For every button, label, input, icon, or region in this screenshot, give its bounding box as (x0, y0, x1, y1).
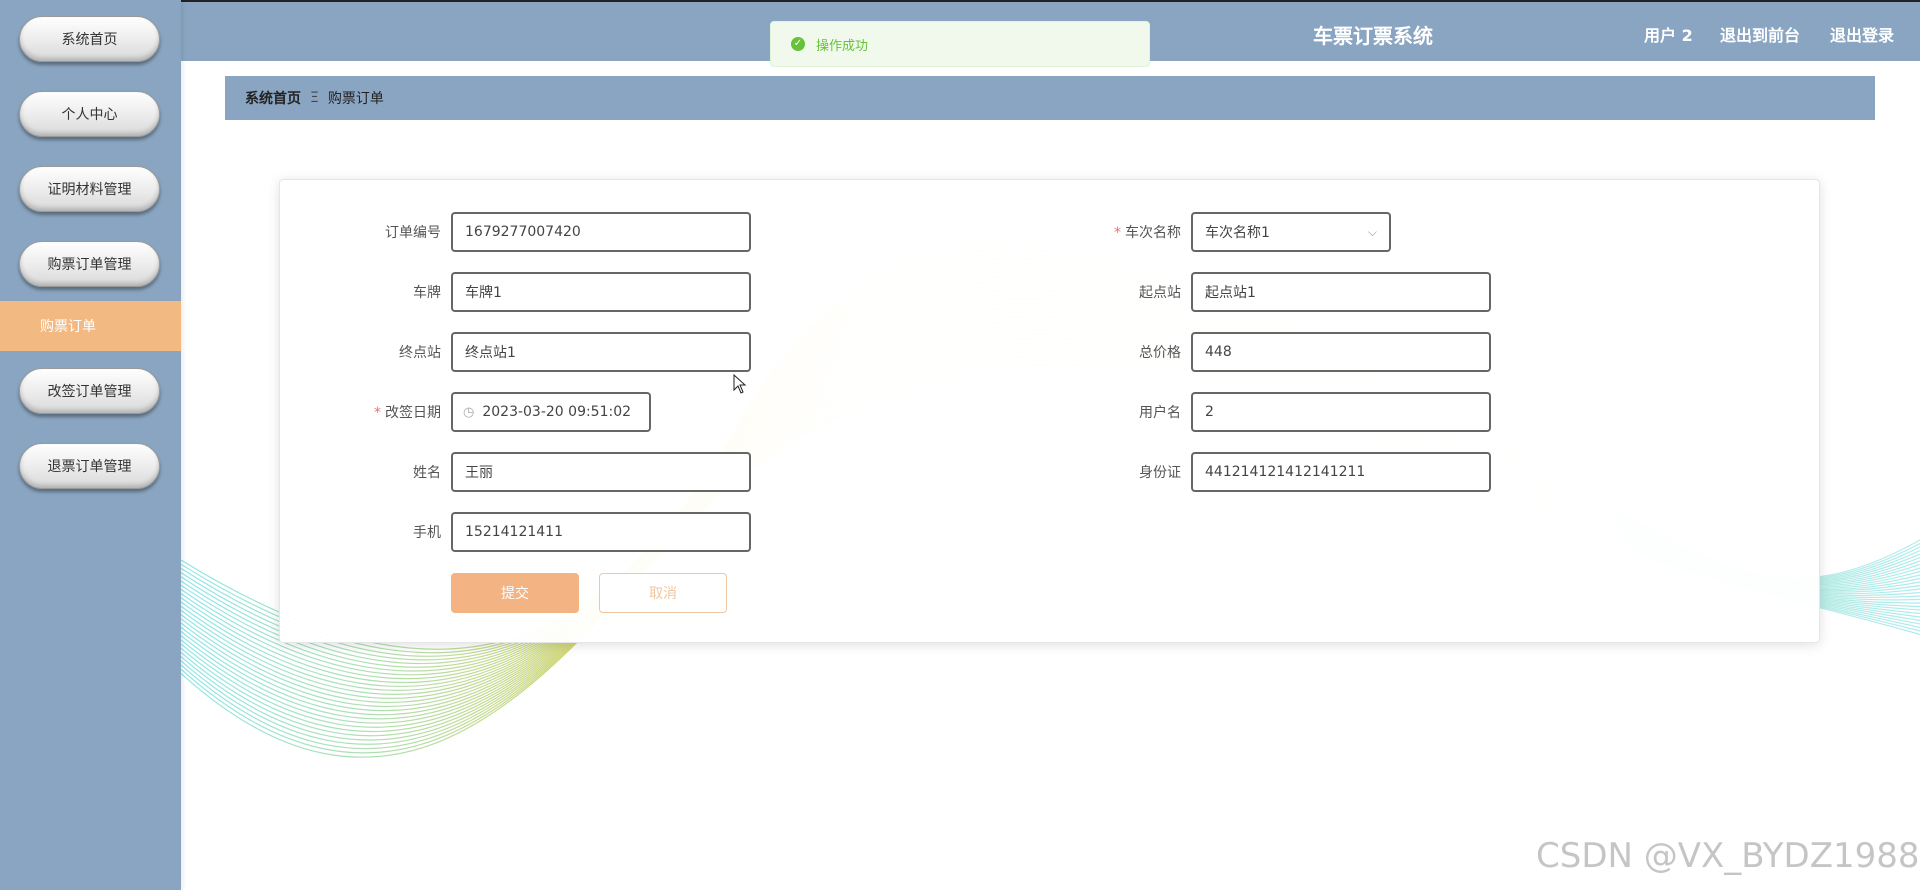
plate-input[interactable] (451, 272, 751, 312)
required-asterisk: * (1114, 225, 1121, 241)
plate-label: 车牌 (413, 285, 441, 301)
sidebar-item-certificates[interactable]: 证明材料管理 (19, 166, 160, 212)
logout-link[interactable]: 退出登录 (1830, 22, 1894, 46)
id-card-input[interactable] (1191, 452, 1491, 492)
check-circle-icon: ✓ (791, 37, 805, 51)
breadcrumb-current: 购票订单 (327, 91, 384, 107)
sidebar-item-ticket-orders-manage[interactable]: 购票订单管理 (19, 241, 160, 287)
name-input[interactable] (451, 452, 751, 492)
chevron-down-icon: ⌵ (1367, 224, 1377, 239)
change-date-picker[interactable]: ◷ 2023-03-20 09:51:02 (451, 392, 651, 432)
cancel-button[interactable]: 取消 (599, 573, 727, 613)
app-title: 车票订票系统 (1313, 24, 1433, 48)
submit-button[interactable]: 提交 (451, 573, 579, 613)
total-price-input[interactable] (1191, 332, 1491, 372)
user-label[interactable]: 用户 2 (1644, 22, 1693, 46)
sidebar-item-refund-orders[interactable]: 退票订单管理 (19, 443, 160, 489)
id-card-label: 身份证 (1139, 465, 1181, 481)
username-label: 用户名 (1139, 405, 1181, 421)
phone-label: 手机 (413, 525, 441, 541)
sidebar-item-home[interactable]: 系统首页 (19, 16, 160, 62)
order-no-input[interactable] (451, 212, 751, 252)
change-date-value: 2023-03-20 09:51:02 (482, 404, 632, 420)
sidebar: 系统首页 个人中心 证明材料管理 购票订单管理 购票订单 改签订单管理 退票订单… (0, 0, 181, 890)
train-name-label: * 车次名称 (1114, 225, 1181, 241)
back-to-front-link[interactable]: 退出到前台 (1720, 22, 1800, 46)
order-form-card: 订单编号 *车次名称 车次名称1 ⌵ 车牌 起点站 终点站 总价格 *改签日期 … (279, 179, 1820, 643)
required-asterisk: * (374, 405, 381, 421)
watermark: CSDN @VX_BYDZ1988 (1536, 836, 1920, 876)
origin-input[interactable] (1191, 272, 1491, 312)
breadcrumb-home[interactable]: 系统首页 (245, 88, 301, 108)
sidebar-subitem-ticket-order[interactable]: 购票订单 (0, 301, 181, 351)
train-name-value: 车次名称1 (1205, 225, 1270, 241)
username-input[interactable] (1191, 392, 1491, 432)
order-no-label: 订单编号 (385, 225, 441, 241)
change-date-label: * 改签日期 (374, 405, 441, 421)
breadcrumb-separator-icon: Ξ (310, 90, 319, 106)
phone-input[interactable] (451, 512, 751, 552)
destination-input[interactable] (451, 332, 751, 372)
toast-message: 操作成功 (816, 38, 869, 54)
name-label: 姓名 (413, 465, 441, 481)
destination-label: 终点站 (399, 345, 441, 361)
mouse-cursor-icon (733, 374, 747, 394)
clock-icon: ◷ (463, 404, 475, 420)
sidebar-item-change-orders[interactable]: 改签订单管理 (19, 368, 160, 414)
breadcrumb: 系统首页 Ξ 购票订单 (225, 76, 1875, 120)
total-price-label: 总价格 (1139, 345, 1181, 361)
success-toast: ✓ 操作成功 (770, 21, 1150, 67)
origin-label: 起点站 (1139, 285, 1181, 301)
train-name-select[interactable]: 车次名称1 ⌵ (1191, 212, 1391, 252)
sidebar-item-personal-center[interactable]: 个人中心 (19, 91, 160, 137)
